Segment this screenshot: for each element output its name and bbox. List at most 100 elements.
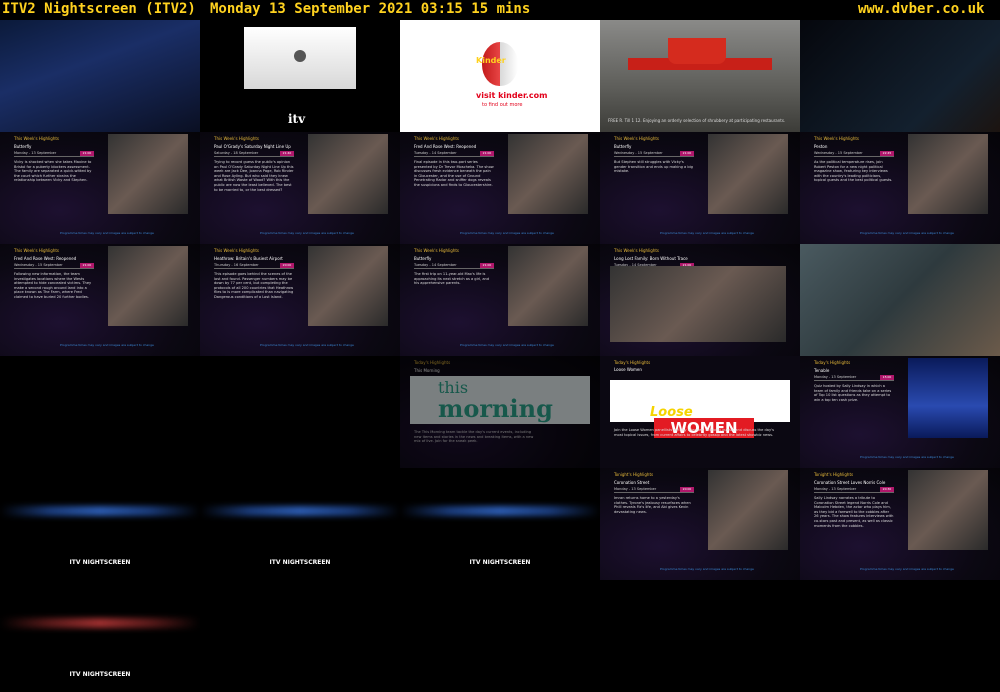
thumb-live-show[interactable] [0, 20, 200, 132]
programme-photo [108, 246, 188, 326]
highlight-heading: This Week's Highlights [214, 136, 260, 141]
programme-synopsis: Trying to record guess the public's opin… [214, 160, 294, 192]
header-bar: ITV2 Nightscreen (ITV2) Monday 13 Septem… [0, 0, 1000, 20]
kinder-tofind: to find out more [482, 102, 523, 108]
programme-title: Butterfly [614, 144, 632, 149]
programme-photo [308, 246, 388, 326]
broadcast-datetime: Monday 13 September 2021 03:15 15 mins [210, 1, 531, 17]
screenshot-grid: itv Kinder visit kinder.com to find out … [0, 20, 1000, 692]
air-date: Tuesday - 14 September [414, 151, 457, 155]
highlight-card[interactable]: This Week's Highlights Fred And Rose Wes… [0, 244, 200, 356]
highlight-card[interactable]: This Week's Highlights Heathrow: Britain… [200, 244, 400, 356]
time-badge: 20:00 [680, 487, 694, 492]
highlight-card[interactable]: This Week's Highlights Butterfly Tuesday… [400, 244, 600, 356]
itv-nightscreen-card[interactable]: ITV NIGHTSCREEN [200, 468, 400, 580]
site-link[interactable]: www.dvber.co.uk [858, 1, 984, 17]
highlight-heading: Tonight's Highlights [814, 472, 854, 477]
programme-synopsis: As the political temperature rises, join… [814, 160, 893, 183]
highlight-card[interactable]: Today's Highlights Tenable Monday - 13 S… [800, 356, 1000, 468]
time-badge: 15:00 [880, 375, 894, 380]
time-badge: 21:00 [80, 151, 94, 156]
programme-synopsis: This episode goes behind the scenes of t… [214, 272, 294, 299]
programme-photo [508, 134, 588, 214]
highlight-card[interactable]: Tonight's Highlights Coronation Street L… [800, 468, 1000, 580]
itv-logo: itv [288, 112, 306, 126]
footer-note: Programme times may vary and images are … [460, 343, 554, 347]
schedule-bar: Tuesday - 14 September 21:00 [414, 151, 494, 157]
air-date: Thursday - 16 September [214, 263, 259, 267]
glow-line [0, 506, 200, 516]
loose-women-logo: Loose WOMEN [610, 380, 790, 438]
air-date: Saturday - 18 September [214, 151, 259, 155]
thumb-drama-scene[interactable] [800, 244, 1000, 356]
footer-note: Programme times may vary and images are … [860, 231, 954, 235]
nightscreen-panel: ITV NIGHTSCREEN [400, 496, 600, 580]
logo-morning: morning [438, 394, 553, 423]
air-date: Wednesday - 15 September [614, 151, 663, 155]
thumb-kinder-advert[interactable]: Kinder visit kinder.com to find out more [400, 20, 600, 132]
footer-note: Programme times may vary and images are … [860, 567, 954, 571]
highlight-heading: This Week's Highlights [414, 248, 460, 253]
nightscreen-label: ITV NIGHTSCREEN [69, 671, 131, 678]
programme-synopsis: Imran returns home to a yesterday's clot… [614, 496, 691, 514]
glow-line [400, 506, 600, 516]
time-badge: 20:30 [880, 487, 894, 492]
highlight-card[interactable]: Tonight's Highlights Coronation Street M… [600, 468, 800, 580]
air-date: Monday - 13 September [614, 487, 657, 491]
itv-nightscreen-card[interactable]: ITV NIGHTSCREEN [0, 580, 200, 692]
itv-nightscreen-card[interactable]: ITV NIGHTSCREEN [400, 468, 600, 580]
programme-photo [308, 134, 388, 214]
thumb-itv-ident[interactable]: itv [200, 20, 400, 132]
schedule-bar: Wednesday - 15 September 22:45 [814, 151, 894, 157]
highlight-heading: Today's Highlights [414, 360, 451, 365]
thumb-blank[interactable] [0, 356, 200, 468]
programme-title: Fred And Rose West: Reopened [14, 256, 77, 261]
programme-photo [908, 470, 988, 550]
thumb-drama-scene[interactable] [800, 20, 1000, 132]
highlight-card[interactable]: Today's Highlights Loose Women Loose WOM… [600, 356, 800, 468]
programme-title: Coronation Street [614, 480, 650, 485]
programme-synopsis: But Stephen still struggles with Vicky's… [614, 160, 693, 174]
thumb-blank[interactable] [200, 356, 400, 468]
bucket-icon [668, 38, 726, 64]
air-date: Wednesday - 15 September [14, 263, 63, 267]
programme-photo [108, 134, 188, 214]
programme-synopsis: Sally Lindsay narrates a tribute to Coro… [814, 496, 894, 528]
schedule-bar: Saturday - 18 September 21:40 [214, 151, 294, 157]
air-date: Monday - 13 September [814, 487, 857, 491]
thumb-kfc-advert[interactable]: FREE R. Till 1 12. Enjoying an orderly s… [600, 20, 800, 132]
programme-title: Butterfly [414, 256, 432, 261]
programme-photo [908, 358, 988, 438]
footer-note: Programme times may vary and images are … [60, 231, 154, 235]
highlight-card[interactable]: This Week's Highlights Long Lost Family:… [600, 244, 800, 356]
time-badge: 21:00 [480, 263, 494, 268]
programme-title: Long Lost Family: Born Without Trace [614, 256, 688, 261]
highlight-heading: This Week's Highlights [14, 136, 60, 141]
programme-synopsis: Final episode in this two-part series pr… [414, 160, 494, 187]
glow-line [0, 618, 200, 628]
programme-synopsis: The first trip on 11-year-old Max's life… [414, 272, 490, 286]
programme-title: Loose Women [614, 367, 642, 372]
footer-note: Programme times may vary and images are … [260, 343, 354, 347]
schedule-bar: Tuesday - 14 September 21:00 [414, 263, 494, 269]
footer-note: Programme times may vary and images are … [660, 567, 754, 571]
highlight-card[interactable]: Today's Highlights This Morning this mor… [400, 356, 600, 468]
highlight-card[interactable]: This Week's Highlights Peston Wednesday … [800, 132, 1000, 244]
time-badge: 20:00 [280, 263, 294, 268]
highlight-card[interactable]: This Week's Highlights Butterfly Wednesd… [600, 132, 800, 244]
itv-nightscreen-card[interactable]: ITV NIGHTSCREEN [0, 468, 200, 580]
air-date: Wednesday - 15 September [814, 151, 863, 155]
nightscreen-label: ITV NIGHTSCREEN [69, 559, 131, 566]
highlight-heading: Today's Highlights [814, 360, 851, 365]
highlight-card[interactable]: This Week's Highlights Butterfly Monday … [0, 132, 200, 244]
highlight-card[interactable]: This Week's Highlights Fred And Rose Wes… [400, 132, 600, 244]
air-date: Tuesday - 14 September [414, 263, 457, 267]
programme-photo [708, 470, 788, 550]
footer-note: Programme times may vary and images are … [860, 455, 954, 459]
programme-title: Paul O'Grady's Saturday Night Line Up [214, 144, 291, 149]
time-badge: 21:00 [680, 151, 694, 156]
footer-note: Programme times may vary and images are … [460, 231, 554, 235]
time-badge: 22:45 [880, 151, 894, 156]
highlight-card[interactable]: This Week's Highlights Paul O'Grady's Sa… [200, 132, 400, 244]
highlight-heading: This Week's Highlights [14, 248, 60, 253]
